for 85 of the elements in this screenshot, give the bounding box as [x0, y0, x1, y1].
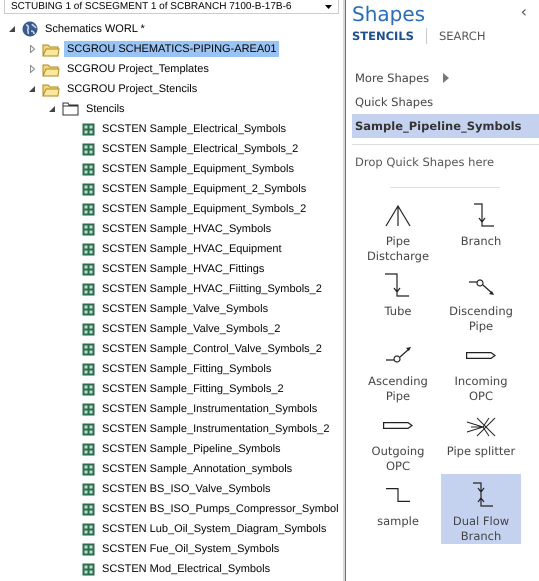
tree-item[interactable]: SCSTEN Sample_Equipment_Symbols: [99, 161, 297, 177]
tree-item[interactable]: SCSTEN Sample_Fitting_Symbols_2: [99, 381, 287, 397]
shape-tile[interactable]: Pipe Distcharge: [358, 194, 438, 264]
stencil-icon: [82, 202, 95, 216]
dropdown-arrow-icon: [325, 4, 332, 8]
stencil-icon: [82, 182, 95, 196]
stencil-icon: [82, 562, 95, 576]
shape-tile[interactable]: sample: [358, 474, 438, 544]
shape-tile[interactable]: Branch: [441, 194, 521, 264]
tree-item[interactable]: SCSTEN Mod_Electrical_Symbols: [99, 561, 274, 577]
tree-item[interactable]: SCSTEN Fue_Oil_System_Symbols: [99, 541, 282, 557]
collapsed-arrow-icon[interactable]: [30, 45, 34, 53]
stencil-icon: [82, 342, 95, 356]
stencil-icon: [82, 402, 95, 416]
shape-tile[interactable]: Incoming OPC: [441, 334, 521, 404]
tree-item[interactable]: SCSTEN Sample_Instrumentation_Symbols_2: [99, 421, 332, 437]
tree-item[interactable]: Schematics WORL *: [42, 21, 148, 37]
stencil-menu-item[interactable]: More Shapes: [352, 66, 539, 90]
expanded-arrow-icon[interactable]: [49, 106, 55, 112]
shape-tile[interactable]: Pipe splitter: [441, 404, 521, 474]
tree-item[interactable]: SCSTEN Sample_Equipment_Symbols_2: [99, 201, 310, 217]
tree-item[interactable]: SCGROU SCHEMATICS-PIPING-AREA01: [64, 41, 280, 57]
shape-tile[interactable]: Tube: [358, 264, 438, 334]
stencil-icon: [82, 462, 95, 476]
tree-item[interactable]: SCSTEN Sample_Annotation_symbols: [99, 461, 296, 477]
tree-item[interactable]: SCSTEN Sample_Pipeline_Symbols: [99, 441, 284, 457]
drop-hint: Drop Quick Shapes here: [354, 155, 496, 169]
expanded-arrow-icon[interactable]: [29, 86, 35, 92]
tree-item[interactable]: SCSTEN Sample_Equipment_2_Symbols: [99, 181, 310, 197]
tree-item[interactable]: SCGROU Project_Templates: [64, 61, 212, 77]
tree-item[interactable]: SCSTEN Sample_HVAC_Fiitting_Symbols_2: [99, 281, 325, 297]
folder-icon: [42, 42, 60, 56]
shape-tile[interactable]: Outgoing OPC: [358, 404, 438, 474]
stencil-icon: [82, 122, 95, 136]
tree-item[interactable]: SCSTEN Sample_Instrumentation_Symbols: [99, 401, 320, 417]
tree-item[interactable]: Stencils: [83, 101, 128, 117]
folder-icon: [62, 102, 79, 116]
stencil-icon: [82, 542, 95, 556]
stencil-icon: [82, 362, 95, 376]
globe-icon: [22, 21, 38, 37]
stencil-icon: [82, 162, 95, 176]
submenu-arrow-icon: [443, 73, 450, 83]
stencil-icon: [82, 502, 95, 516]
tree-item[interactable]: SCSTEN Sample_HVAC_Fittings: [99, 261, 268, 277]
shape-tile[interactable]: Dual Flow Branch: [441, 474, 521, 544]
tree-item[interactable]: SCSTEN BS_ISO_Pumps_Compressor_Symbol: [99, 501, 342, 517]
opc-arrow-icon: [466, 352, 496, 358]
stencil-icon: [82, 282, 95, 296]
tree-item[interactable]: SCGROU Project_Stencils: [64, 81, 200, 97]
stencil-icon: [82, 302, 95, 316]
tree-item[interactable]: SCSTEN Sample_Fitting_Symbols: [99, 361, 274, 377]
stencil-icon: [82, 222, 95, 236]
folder-icon: [42, 62, 60, 76]
collapse-button[interactable]: ‹: [520, 2, 527, 21]
collapsed-arrow-icon[interactable]: [30, 65, 34, 73]
stencil-icon: [82, 262, 95, 276]
stencil-menu-item[interactable]: Sample_Pipeline_Symbols: [352, 114, 539, 138]
shape-tile[interactable]: Ascending Pipe: [358, 334, 438, 404]
shape-tile[interactable]: Discending Pipe: [441, 264, 521, 334]
panel-tab[interactable]: STENCILS: [352, 29, 414, 43]
stencil-icon: [82, 142, 95, 156]
path-dropdown[interactable]: SCTUBING 1 of SCSEGMENT 1 of SCBRANCH 7100-B-17B-6: [4, 0, 339, 14]
panel-title: Shapes: [352, 2, 426, 26]
tree-item[interactable]: SCSTEN Lub_Oil_System_Diagram_Symbols: [99, 521, 330, 537]
tree-item[interactable]: SCSTEN Sample_Control_Valve_Symbols_2: [99, 341, 325, 357]
expanded-arrow-icon[interactable]: [9, 26, 15, 32]
stencil-icon: [82, 422, 95, 436]
stencil-icon: [82, 382, 95, 396]
tree-item[interactable]: SCSTEN Sample_Valve_Symbols: [99, 301, 272, 317]
stencil-icon: [82, 322, 95, 336]
step-line-icon: [386, 488, 410, 502]
tree-item[interactable]: SCSTEN Sample_HVAC_Equipment: [99, 241, 285, 257]
tree-item[interactable]: SCSTEN Sample_HVAC_Symbols: [99, 221, 274, 237]
stencil-menu-item[interactable]: Quick Shapes: [352, 90, 539, 114]
tree-item[interactable]: SCSTEN Sample_Electrical_Symbols_2: [99, 141, 302, 157]
stencil-icon: [82, 442, 95, 456]
opc-arrow-icon: [383, 422, 413, 428]
tree-item[interactable]: SCSTEN BS_ISO_Valve_Symbols: [99, 481, 274, 497]
tree-item[interactable]: SCSTEN Sample_Valve_Symbols_2: [99, 321, 284, 337]
stencil-icon: [82, 482, 95, 496]
panel-tab[interactable]: SEARCH: [438, 29, 486, 43]
stencil-icon: [82, 522, 95, 536]
tree-item[interactable]: SCSTEN Sample_Electrical_Symbols: [99, 121, 290, 137]
stencil-icon: [82, 242, 95, 256]
folder-icon: [42, 82, 60, 96]
